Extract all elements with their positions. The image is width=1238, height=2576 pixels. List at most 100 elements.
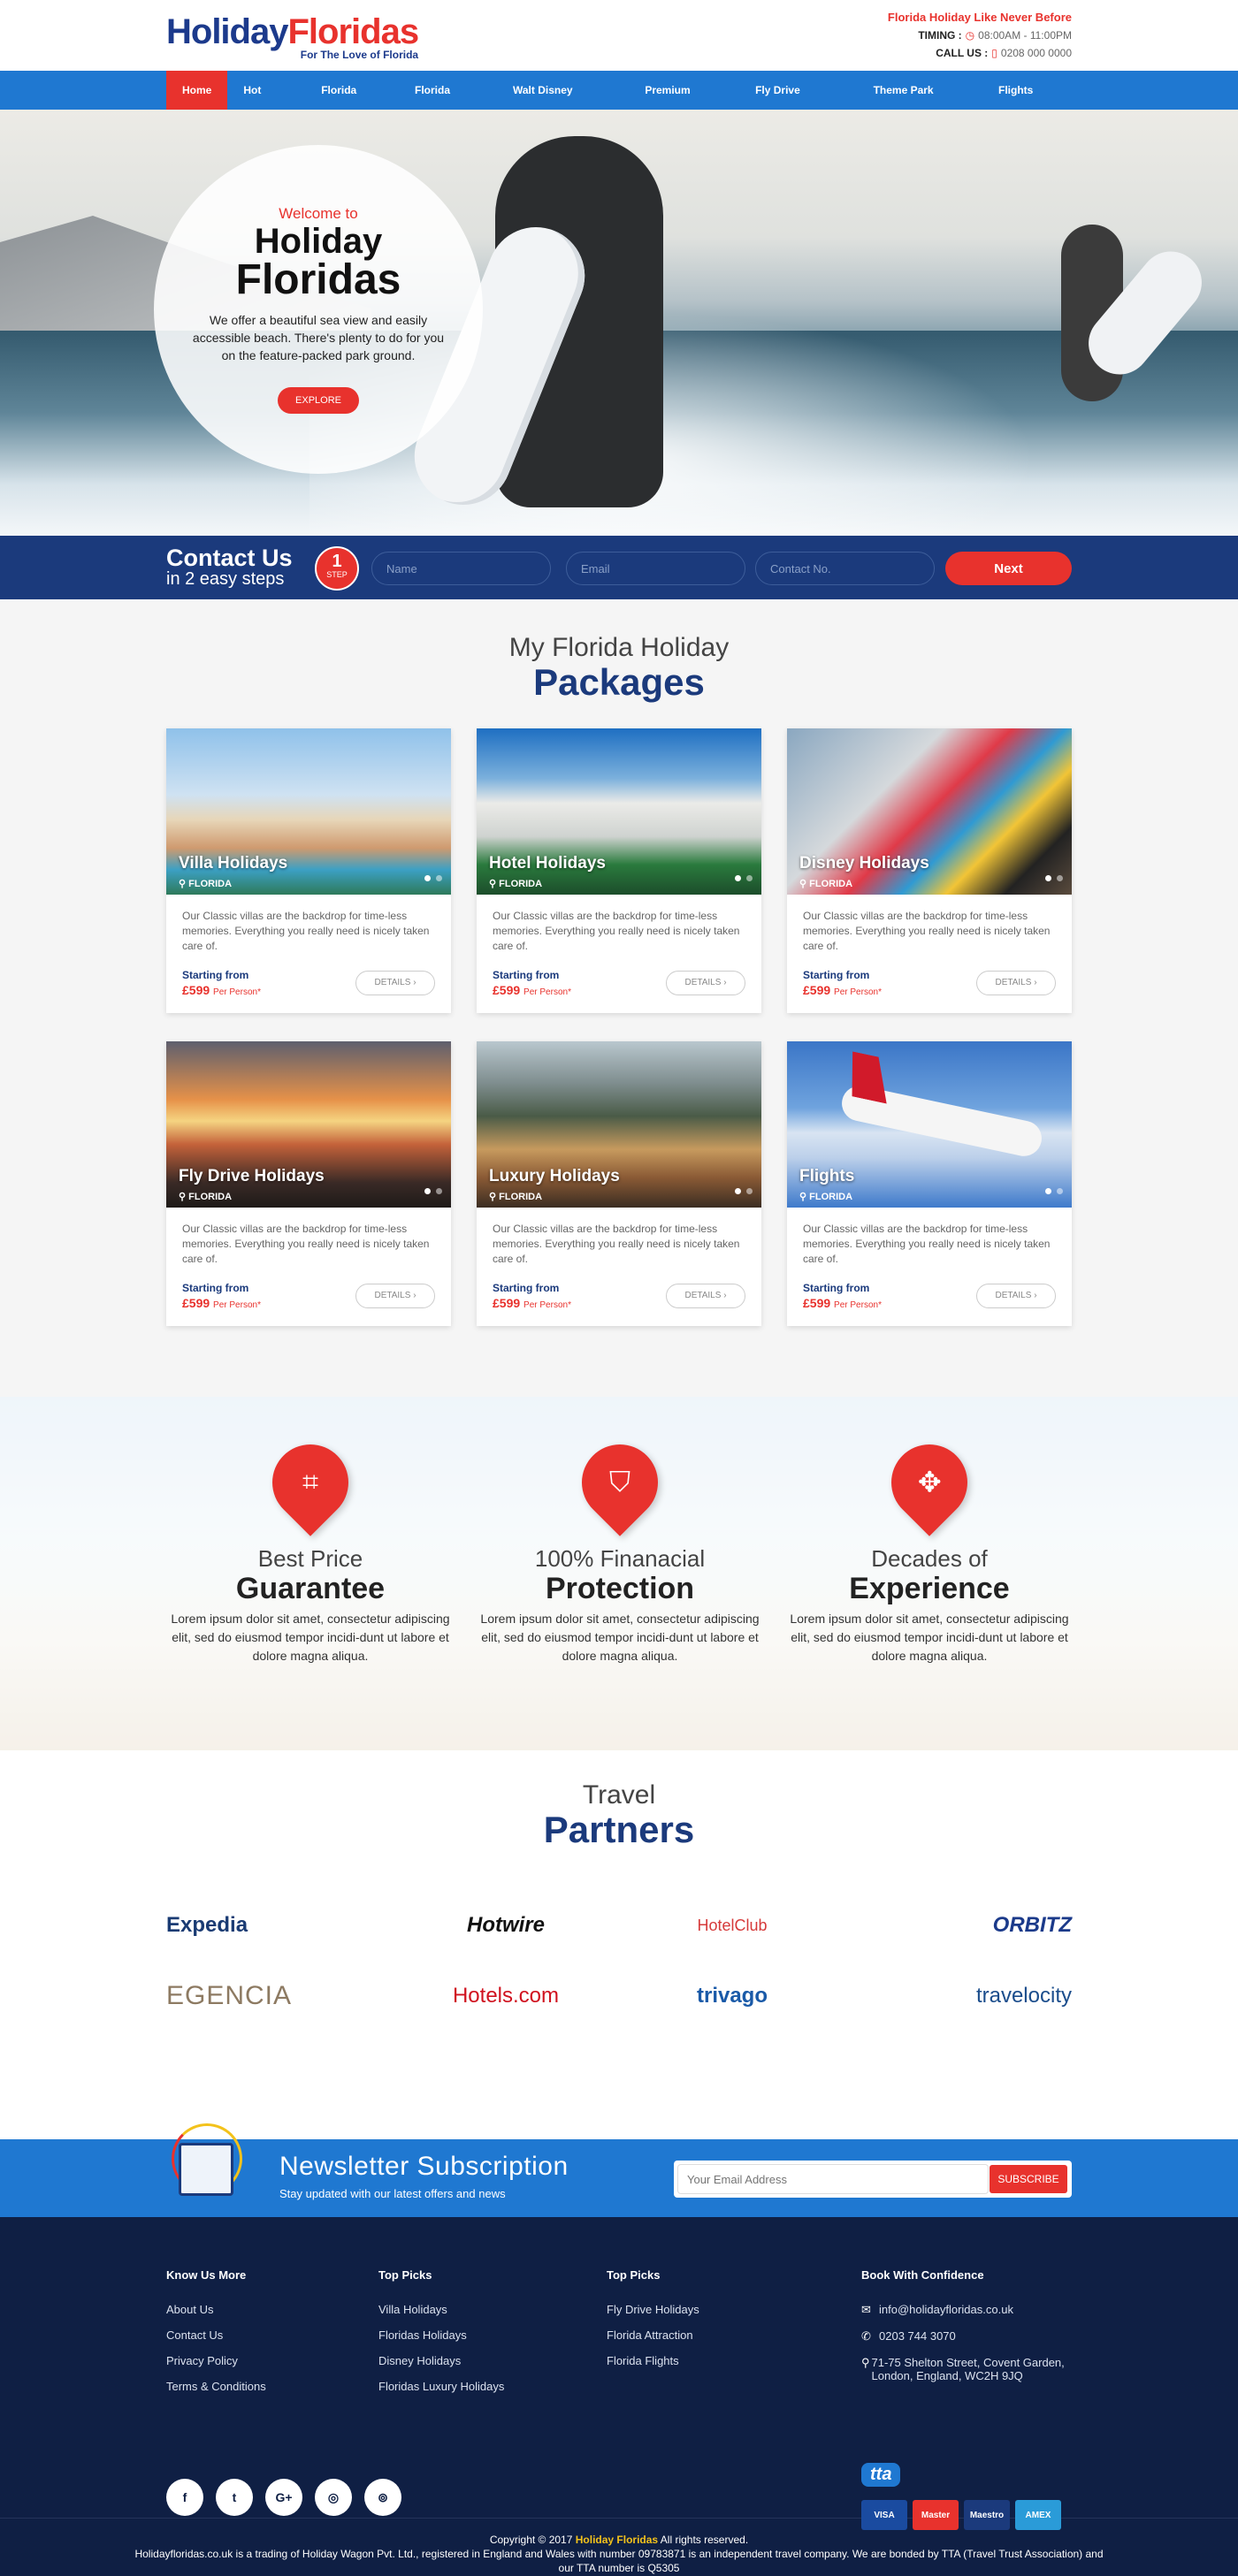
chevron-right-icon: › <box>413 1291 416 1300</box>
footer-col-title: Know Us More <box>166 2268 247 2282</box>
packages-grid: Villa Holidays ⚲ FLORIDA Our Classic vil… <box>166 728 1072 1354</box>
package-image: Hotel Holidays ⚲ FLORIDA <box>477 728 761 895</box>
details-button[interactable]: DETAILS › <box>976 1284 1056 1308</box>
details-label: DETAILS <box>995 978 1032 987</box>
footer-link-disney[interactable]: Disney Holidays <box>378 2354 607 2367</box>
site-logo[interactable]: HolidayFloridas For The Love of Florida <box>166 12 419 61</box>
step-badge: 1 STEP <box>315 546 359 591</box>
subscribe-button[interactable]: SUBSCRIBE <box>990 2165 1067 2193</box>
nav-fly-drive[interactable]: Fly Drive Holidays <box>739 71 858 135</box>
amex-card-icon: AMEX <box>1015 2500 1061 2530</box>
details-button[interactable]: DETAILS › <box>355 1284 435 1308</box>
email-input[interactable] <box>566 552 745 585</box>
newsletter-form: SUBSCRIBE <box>674 2161 1072 2198</box>
details-button[interactable]: DETAILS › <box>666 1284 745 1308</box>
starting-from: Starting from <box>493 1282 560 1294</box>
footer-email[interactable]: info@holidayfloridas.co.uk <box>879 2303 1013 2317</box>
nav-theme-park[interactable]: Theme Park Tickets <box>858 71 982 135</box>
footer-link-about[interactable]: About Us <box>166 2303 378 2316</box>
nav-hot-deals[interactable]: Hot Deals <box>227 71 305 135</box>
footer-link-terms[interactable]: Terms & Conditions <box>166 2380 378 2393</box>
partner-logo-expedia[interactable]: Expedia <box>166 1906 393 1945</box>
package-card-disney[interactable]: Disney Holidays ⚲ FLORIDA Our Classic vi… <box>787 728 1072 1013</box>
package-card-flights[interactable]: Flights ⚲ FLORIDA Our Classic villas are… <box>787 1041 1072 1326</box>
tripadvisor-icon[interactable]: ⊚ <box>364 2479 401 2516</box>
facebook-icon[interactable]: f <box>166 2479 203 2516</box>
google-plus-icon[interactable]: G+ <box>265 2479 302 2516</box>
footer-link-floridas[interactable]: Floridas Holidays <box>378 2328 607 2342</box>
carousel-dots[interactable] <box>1040 870 1063 886</box>
mastercard-icon: Master <box>913 2500 959 2530</box>
partner-logo-travelocity[interactable]: travelocity <box>845 1977 1072 2016</box>
shield-check-icon: ⛉ <box>608 1466 631 1498</box>
partner-logo-hotelclub[interactable]: HotelClub <box>619 1906 845 1945</box>
package-price: £599 Per Person* <box>803 983 882 997</box>
carousel-dots[interactable] <box>419 870 442 886</box>
carousel-dots[interactable] <box>1040 1183 1063 1199</box>
partner-logo-trivago[interactable]: trivago <box>619 1977 845 2016</box>
social-links: f t G+ ◎ ⊚ <box>166 2479 414 2516</box>
partner-logo-hotwire[interactable]: Hotwire <box>393 1906 619 1945</box>
details-button[interactable]: DETAILS › <box>355 971 435 995</box>
footer-link-contact[interactable]: Contact Us <box>166 2328 378 2342</box>
explore-button[interactable]: EXPLORE <box>278 387 359 414</box>
twitter-icon[interactable]: t <box>216 2479 253 2516</box>
footer-link-flights[interactable]: Florida Flights <box>607 2354 861 2367</box>
package-location: ⚲ FLORIDA <box>179 878 232 889</box>
nav-flights-only[interactable]: Flights Only <box>982 71 1072 135</box>
nav-walt-disney[interactable]: Walt Disney Holidays <box>497 71 629 135</box>
carousel-dots[interactable] <box>419 1183 442 1199</box>
feature-text: Lorem ipsum dolor sit amet, consectetur … <box>790 1612 1069 1663</box>
starting-from: Starting from <box>803 1282 870 1294</box>
hero-welcome: Welcome to <box>279 205 358 222</box>
package-location: ⚲ FLORIDA <box>489 1191 542 1202</box>
location-pin-icon: ⚲ <box>799 879 810 889</box>
package-image: Luxury Holidays ⚲ FLORIDA <box>477 1041 761 1208</box>
carousel-dots[interactable] <box>730 870 753 886</box>
newsletter-email-input[interactable] <box>677 2164 989 2194</box>
footer-phone[interactable]: 0203 744 3070 <box>879 2329 956 2344</box>
footer-link-villa[interactable]: Villa Holidays <box>378 2303 607 2316</box>
footer-link-privacy[interactable]: Privacy Policy <box>166 2354 378 2367</box>
header-contact-info: Florida Holiday Like Never Before TIMING… <box>888 11 1072 59</box>
package-price: £599 Per Person* <box>182 983 261 997</box>
package-desc: Our Classic villas are the backdrop for … <box>493 910 740 952</box>
nav-florida-villas[interactable]: Florida Villas <box>305 71 399 135</box>
package-card-villa[interactable]: Villa Holidays ⚲ FLORIDA Our Classic vil… <box>166 728 451 1013</box>
phone-icon: ✆ <box>861 2329 871 2343</box>
package-card-luxury[interactable]: Luxury Holidays ⚲ FLORIDA Our Classic vi… <box>477 1041 761 1326</box>
package-card-hotel[interactable]: Hotel Holidays ⚲ FLORIDA Our Classic vil… <box>477 728 761 1013</box>
package-image: Villa Holidays ⚲ FLORIDA <box>166 728 451 895</box>
call-value[interactable]: 0208 000 0000 <box>1001 47 1072 59</box>
partner-logo-orbitz[interactable]: ORBITZ <box>845 1906 1072 1945</box>
partner-logo-egencia[interactable]: EGENCIA <box>166 1977 393 2016</box>
hero-welcome-circle: Welcome to Holiday Floridas We offer a b… <box>154 145 483 474</box>
package-title: Flights <box>799 1167 855 1185</box>
package-location: ⚲ FLORIDA <box>179 1191 232 1202</box>
instagram-icon[interactable]: ◎ <box>315 2479 352 2516</box>
footer-link-fly-drive[interactable]: Fly Drive Holidays <box>607 2303 861 2316</box>
phone-icon: ▯ <box>991 47 997 59</box>
phone-input[interactable] <box>755 552 935 585</box>
name-input[interactable] <box>371 552 551 585</box>
nav-home[interactable]: Home <box>166 71 228 110</box>
starting-from: Starting from <box>493 969 560 981</box>
carousel-dots[interactable] <box>730 1183 753 1199</box>
nav-premium-florida[interactable]: Premium Florida <box>629 71 739 135</box>
timing-value: 08:00AM - 11:00PM <box>978 29 1072 42</box>
main-nav: Home Hot Deals Florida Villas Florida Ho… <box>0 71 1238 135</box>
next-button[interactable]: Next <box>945 552 1072 585</box>
price-per: Per Person* <box>523 1300 571 1310</box>
details-button[interactable]: DETAILS › <box>666 971 745 995</box>
details-label: DETAILS <box>995 1291 1032 1300</box>
footer-link-attraction[interactable]: Florida Attraction <box>607 2328 861 2342</box>
partner-logo-hotels-com[interactable]: Hotels.com <box>393 1977 619 2016</box>
footer-col-top-picks-1: Top Picks Villa Holidays Floridas Holida… <box>378 2268 607 2405</box>
price-per: Per Person* <box>213 987 261 997</box>
package-card-fly-drive[interactable]: Fly Drive Holidays ⚲ FLORIDA Our Classic… <box>166 1041 451 1326</box>
feature-text: Lorem ipsum dolor sit amet, consectetur … <box>480 1612 760 1663</box>
package-title: Luxury Holidays <box>489 1167 620 1185</box>
details-button[interactable]: DETAILS › <box>976 971 1056 995</box>
nav-florida-hotels[interactable]: Florida Hotels <box>399 71 497 135</box>
footer-link-luxury[interactable]: Floridas Luxury Holidays <box>378 2380 607 2393</box>
